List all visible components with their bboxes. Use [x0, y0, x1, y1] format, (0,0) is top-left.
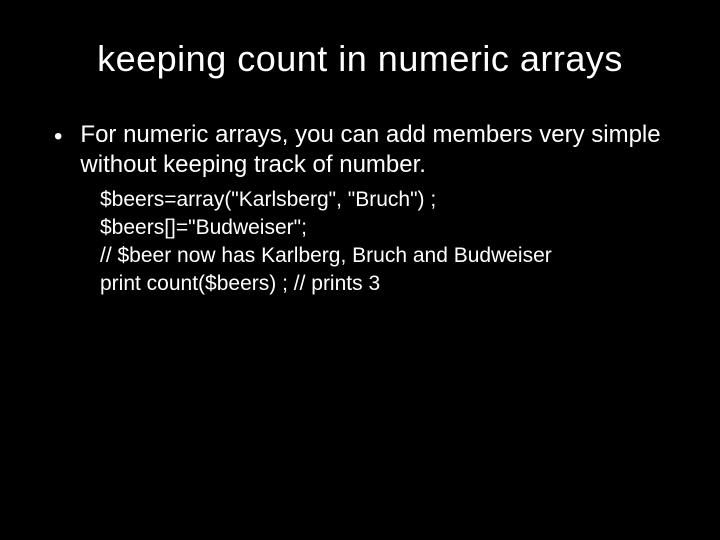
code-line: // $beer now has Karlberg, Bruch and Bud… [100, 242, 680, 270]
bullet-item: • For numeric arrays, you can add member… [54, 120, 680, 180]
code-block: $beers=array("Karlsberg", "Bruch") ; $be… [100, 186, 680, 298]
code-line: $beers=array("Karlsberg", "Bruch") ; [100, 186, 680, 214]
slide-title: keeping count in numeric arrays [40, 38, 680, 80]
slide: keeping count in numeric arrays • For nu… [0, 0, 720, 540]
code-line: $beers[]="Budweiser"; [100, 214, 680, 242]
bullet-text: For numeric arrays, you can add members … [80, 120, 680, 180]
code-line: print count($beers) ; // prints 3 [100, 270, 680, 298]
bullet-dot-icon: • [54, 122, 62, 152]
